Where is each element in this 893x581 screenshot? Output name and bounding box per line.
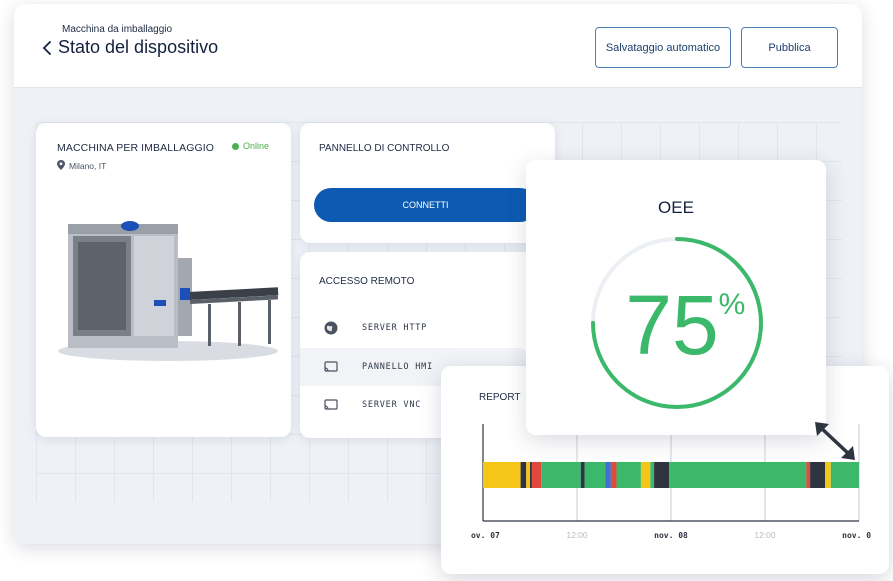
breadcrumb[interactable]: Macchina da imballaggio (62, 24, 172, 35)
timeline-segment-fault (610, 462, 617, 488)
resize-diagonal-icon[interactable] (811, 418, 859, 469)
header-bar: Macchina da imballaggio Stato del dispos… (14, 4, 862, 88)
timeline-segment-maintenance (605, 462, 611, 488)
oee-card: OEE 75 % (526, 160, 826, 435)
timeline-segment-running (541, 462, 581, 488)
cast-icon (320, 361, 342, 373)
timeline-tick-label: nov. 09 (842, 531, 871, 540)
machine-card[interactable]: MACCHINA PER IMBALLAGGIO Online Milano, … (36, 123, 291, 437)
timeline-tick-label: 12:00 (566, 530, 588, 540)
timeline-segment-idle (526, 462, 530, 488)
remote-item-label: SERVER HTTP (362, 323, 428, 333)
control-panel-card: PANNELLO DI CONTROLLO CONNETTI (300, 123, 555, 243)
status-dot-icon (232, 142, 239, 150)
timeline-segment-stopped (654, 462, 670, 488)
timeline-segment-stopped (530, 462, 532, 488)
timeline-segment-fault (531, 462, 542, 488)
remote-access-heading: ACCESSO REMOTO (319, 276, 415, 287)
timeline-segment-stopped (580, 462, 585, 488)
timeline-segment-idle (640, 462, 651, 488)
status-label: Online (243, 141, 270, 151)
oee-gauge: 75 % (591, 237, 763, 409)
location-label: Milano, IT (69, 161, 107, 171)
oee-unit: % (719, 288, 746, 321)
control-panel-heading: PANNELLO DI CONTROLLO (319, 143, 450, 154)
report-title: REPORT (479, 392, 521, 403)
cast-icon (320, 399, 342, 411)
page-title: Stato del dispositivo (58, 37, 219, 57)
location-pin-icon (57, 160, 65, 172)
timeline-tick-label: 12:00 (754, 530, 776, 540)
timeline-segment-idle (483, 462, 521, 488)
timeline-segment-stopped (520, 462, 527, 488)
connect-button[interactable]: CONNETTI (314, 188, 537, 222)
timeline-segment-fault (806, 462, 811, 488)
machine-image (58, 218, 283, 368)
oee-value: 75 (625, 278, 718, 372)
location: Milano, IT (57, 160, 106, 172)
chevron-left-icon[interactable] (42, 40, 52, 56)
timeline-segment-running (616, 462, 641, 488)
timeline-segment-running (584, 462, 606, 488)
publish-button[interactable]: Pubblica (741, 27, 838, 68)
remote-item-http-server[interactable]: SERVER HTTP (300, 309, 530, 347)
status-badge: Online (232, 141, 269, 151)
timeline-tick-label: nov. 07 (471, 531, 500, 540)
timeline-segment-running (650, 462, 655, 488)
back-link[interactable]: Stato del dispositivo (42, 37, 218, 58)
machine-name: MACCHINA PER IMBALLAGGIO (57, 142, 215, 154)
remote-item-label: SERVER VNC (362, 400, 422, 410)
timeline-segment-running (669, 462, 807, 488)
globe-icon (320, 321, 342, 335)
autosave-button[interactable]: Salvataggio automatico (595, 27, 731, 68)
remote-item-label: PANNELLO HMI (362, 362, 434, 372)
timeline-tick-label: nov. 08 (654, 531, 688, 540)
oee-title: OEE (658, 198, 694, 217)
